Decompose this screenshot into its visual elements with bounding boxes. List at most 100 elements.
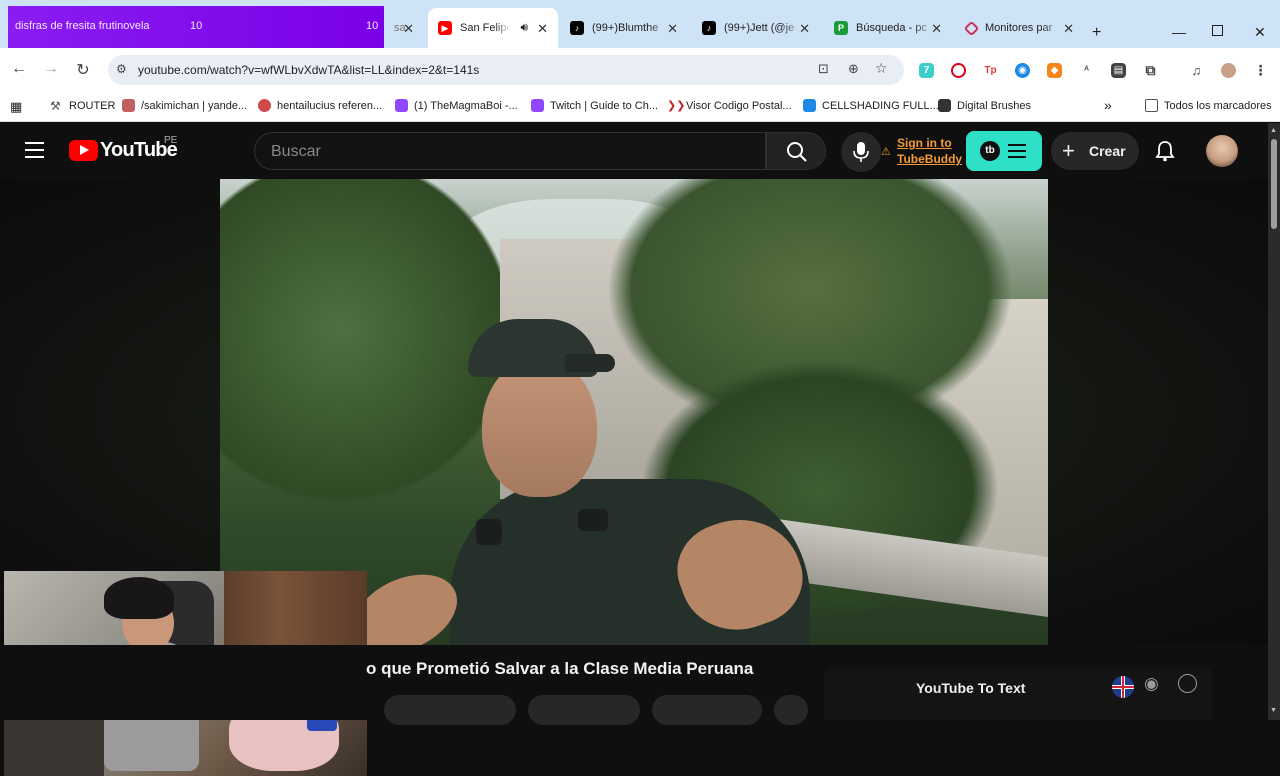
tab-title: San Felipe — [460, 22, 510, 34]
search-placeholder: Buscar — [271, 143, 321, 160]
tab-tiktok-1[interactable]: ♪ (99+)Blumthe ✕ — [560, 8, 688, 48]
close-tab-icon[interactable]: ✕ — [931, 21, 942, 37]
share-button-pill[interactable] — [652, 695, 762, 725]
bookmark-label: Todos los marcadores — [1164, 99, 1272, 112]
menu-kebab-icon[interactable]: ⋮ — [1253, 62, 1268, 78]
user-avatar[interactable] — [1206, 135, 1238, 167]
video-tree — [220, 179, 500, 509]
apps-grid-icon[interactable]: ▦ — [10, 99, 22, 115]
close-tab-icon[interactable]: ✕ — [667, 21, 678, 37]
youtube-logo-icon[interactable] — [69, 140, 98, 161]
translate-extension-icon[interactable]: ᴬ — [1079, 63, 1094, 78]
video-info-row: o que Prometió Salvar a la Clase Media P… — [0, 645, 1268, 725]
bookmark-item[interactable]: /sakimichan | yande... — [122, 99, 247, 112]
youtube-to-text-label: YouTube To Text — [916, 680, 1026, 696]
scroll-down-arrow-icon[interactable]: ▼ — [1270, 707, 1277, 714]
tab-monitores[interactable]: Monitores par ✕ — [956, 8, 1084, 48]
twitch-icon — [531, 99, 544, 112]
opera-extension-icon[interactable] — [951, 63, 966, 78]
tab-busqueda[interactable]: P Búsqueda - pc ✕ — [824, 8, 952, 48]
uk-flag-icon[interactable] — [1112, 676, 1134, 698]
more-actions-pill[interactable] — [774, 695, 808, 725]
bookmark-label: ROUTER — [69, 99, 116, 112]
bookmark-item[interactable]: (1) TheMagmaBoi -... — [395, 99, 518, 112]
create-button[interactable]: + Crear — [1051, 132, 1139, 170]
tubebuddy-signin-link[interactable]: Sign in to — [897, 136, 952, 150]
video-player-area[interactable] — [0, 179, 1268, 776]
overlay-count: 10 — [366, 20, 379, 32]
youtube-header: YouTube PE Buscar ⚠ Sign in to TubeBuddy… — [0, 123, 1268, 179]
tab-youtube-active[interactable]: ▶ San Felipe 🔊︎ ✕ — [428, 8, 558, 48]
reload-icon[interactable]: ↻ — [73, 60, 93, 80]
tab-title: (99+)Blumthe — [592, 22, 659, 34]
search-button[interactable] — [766, 132, 826, 170]
overlay-count: 10 — [190, 20, 203, 32]
tubebuddy-icon: tb — [980, 141, 1000, 161]
search-input[interactable]: Buscar — [254, 132, 766, 170]
vpn-extension-icon[interactable]: ◉ — [1015, 63, 1030, 78]
scroll-up-arrow-icon[interactable]: ▲ — [1270, 127, 1277, 134]
bookmark-item[interactable]: ❯❯ Visor Codigo Postal... — [667, 99, 792, 113]
profile-avatar[interactable] — [1221, 63, 1236, 78]
metamask-extension-icon[interactable]: ◆ — [1047, 63, 1062, 78]
address-bar[interactable]: ⚙ youtube.com/watch?v=wfWLbvXdwTA&list=L… — [108, 55, 904, 85]
bookmark-item[interactable]: ⚒ ROUTER — [50, 99, 116, 113]
zoom-icon[interactable]: ⊕ — [848, 61, 859, 77]
bookmark-label: CELLSHADING FULL... — [822, 99, 939, 112]
voice-search-button[interactable] — [841, 132, 881, 172]
url-text[interactable]: youtube.com/watch?v=wfWLbvXdwTA&list=LL&… — [138, 63, 479, 77]
minimize-icon[interactable]: — — [1172, 24, 1186, 40]
new-tab-icon[interactable]: + — [1092, 24, 1101, 42]
webcam-desk — [4, 711, 104, 776]
bookmark-label: Twitch | Guide to Ch... — [550, 99, 659, 112]
bookmark-label: hentailucius referen... — [277, 99, 383, 112]
close-tab-icon[interactable]: ✕ — [403, 21, 414, 37]
bookmarks-bar: ▦ ⚒ ROUTER /sakimichan | yande... hentai… — [0, 92, 1280, 122]
bookmark-item[interactable]: hentailucius referen... — [258, 99, 382, 112]
media-control-icon[interactable]: ♫ — [1189, 63, 1204, 78]
video-title: o que Prometió Salvar a la Clase Media P… — [366, 659, 754, 678]
stream-overlay-banner: disfras de fresita frutinovela 10 10 — [8, 6, 384, 48]
speaker-icon[interactable]: 🔊︎ — [520, 20, 528, 35]
back-icon[interactable]: ← — [9, 60, 29, 78]
extensions-puzzle-icon[interactable]: ⧉ — [1143, 62, 1158, 78]
maximize-icon[interactable] — [1212, 25, 1223, 36]
bookmark-favicon — [803, 99, 816, 112]
tubebuddy-menu-button[interactable]: tb — [966, 131, 1042, 171]
bookmark-item[interactable]: CELLSHADING FULL... — [803, 99, 939, 112]
bookmark-item[interactable]: Twitch | Guide to Ch... — [531, 99, 658, 112]
warning-icon: ⚠ — [881, 146, 891, 158]
tab-partial[interactable]: sa ✕ — [384, 8, 424, 48]
forward-icon[interactable]: → — [41, 60, 61, 78]
close-tab-icon[interactable]: ✕ — [537, 21, 548, 37]
youtube-to-text-panel[interactable]: YouTube To Text ◉ — [824, 667, 1212, 720]
page-scrollbar[interactable]: ▲ ▼ — [1268, 123, 1280, 720]
all-bookmarks-folder[interactable]: Todos los marcadores — [1145, 99, 1272, 112]
site-info-icon[interactable]: ⚙ — [116, 62, 127, 76]
youtube-page: YouTube PE Buscar ⚠ Sign in to TubeBuddy… — [0, 123, 1268, 776]
eye-icon[interactable]: ◉ — [1144, 674, 1159, 694]
tab-tiktok-2[interactable]: ♪ (99+)Jett (@je ✕ — [692, 8, 820, 48]
tubebuddy-extension-icon[interactable]: 7 — [919, 63, 934, 78]
region-code: PE — [164, 135, 178, 146]
more-bookmarks-chevron[interactable]: » — [1104, 97, 1112, 113]
tp-extension-icon[interactable]: Tp — [983, 63, 998, 78]
notifications-bell-icon[interactable] — [1155, 140, 1175, 162]
like-button-pill[interactable] — [528, 695, 640, 725]
video-person-cap-brim — [565, 354, 615, 372]
channel-action-pill[interactable] — [384, 695, 516, 725]
account-icon[interactable] — [1178, 674, 1197, 693]
hamburger-menu-icon[interactable] — [25, 142, 44, 158]
install-app-icon[interactable]: ⊡ — [818, 61, 829, 77]
twitch-icon — [395, 99, 408, 112]
bookmark-item[interactable]: Digital Brushes — [938, 99, 1031, 112]
scrollbar-thumb[interactable] — [1271, 139, 1277, 229]
media-extension-icon[interactable]: ▤ — [1111, 63, 1126, 78]
bookmark-star-icon[interactable]: ☆ — [875, 60, 888, 77]
close-window-icon[interactable]: ✕ — [1254, 24, 1266, 41]
overlay-text: disfras de fresita frutinovela — [15, 20, 150, 32]
close-tab-icon[interactable]: ✕ — [799, 21, 810, 37]
tubebuddy-signin-link[interactable]: TubeBuddy — [897, 152, 962, 166]
close-tab-icon[interactable]: ✕ — [1063, 21, 1074, 37]
bookmark-label: Digital Brushes — [957, 99, 1031, 112]
